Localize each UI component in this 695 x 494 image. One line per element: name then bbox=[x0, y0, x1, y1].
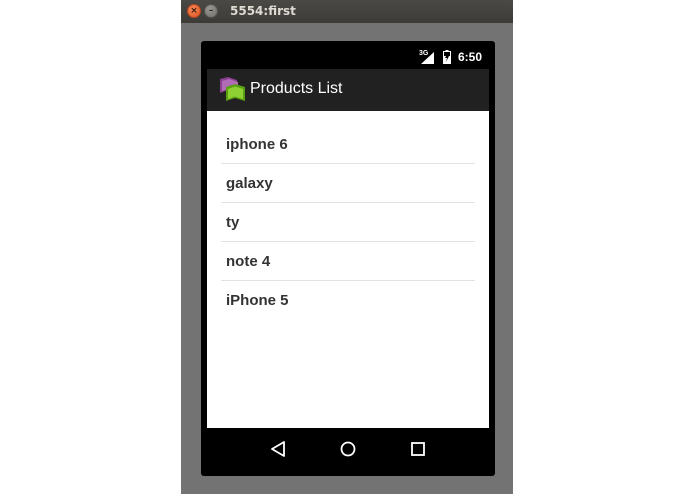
products-list: iphone 6 galaxy ty note 4 iPhone 5 bbox=[221, 125, 475, 320]
list-item[interactable]: iPhone 5 bbox=[221, 281, 475, 320]
battery-icon bbox=[443, 50, 451, 64]
window-close-button[interactable]: × bbox=[187, 4, 201, 18]
list-item[interactable]: galaxy bbox=[221, 164, 475, 203]
signal-icon bbox=[421, 52, 434, 64]
window-title: 5554:first bbox=[230, 4, 296, 18]
window-minimize-button[interactable]: – bbox=[204, 4, 218, 18]
recents-icon[interactable] bbox=[409, 440, 427, 458]
list-item[interactable]: note 4 bbox=[221, 242, 475, 281]
app-icon[interactable] bbox=[219, 77, 246, 104]
list-item[interactable]: iphone 6 bbox=[221, 125, 475, 164]
page-title: Products List bbox=[250, 80, 343, 97]
back-icon[interactable] bbox=[269, 440, 287, 458]
list-item[interactable]: ty bbox=[221, 203, 475, 242]
home-icon[interactable] bbox=[339, 440, 357, 458]
status-time: 6:50 bbox=[458, 50, 483, 64]
